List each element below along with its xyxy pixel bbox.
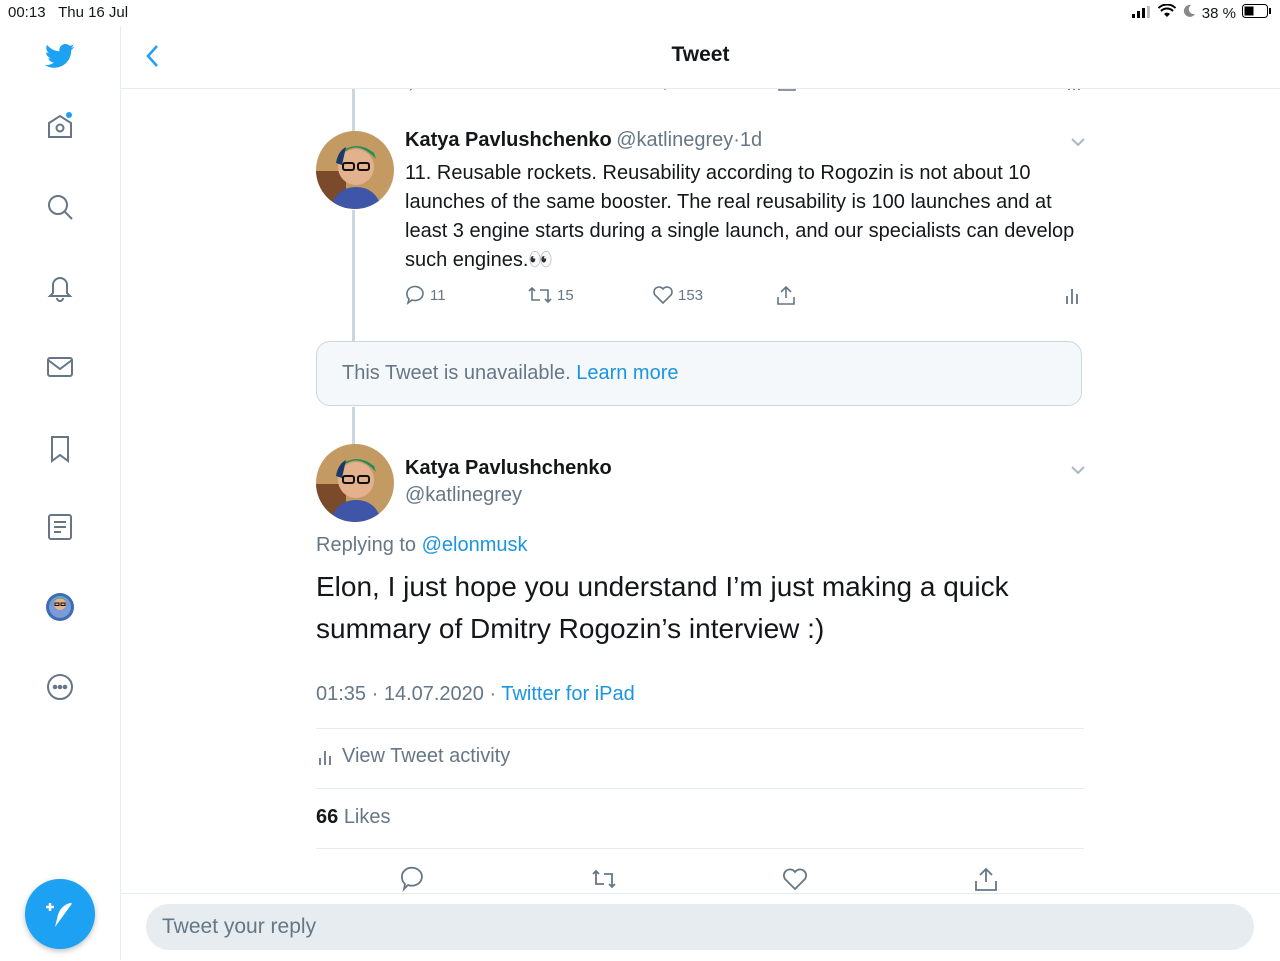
battery-icon <box>1242 4 1272 22</box>
analytics-button[interactable] <box>1062 284 1084 306</box>
tweet-timestamp: 01:35 · 14.07.2020 · <box>316 683 497 705</box>
compose-tweet-button[interactable] <box>25 879 95 949</box>
likes-count: 66 <box>316 806 339 828</box>
notifications-bell-icon[interactable] <box>40 267 80 307</box>
unavailable-tweet-notice: This Tweet is unavailable. Learn more <box>316 341 1082 406</box>
tweet-age: 1d <box>739 129 763 151</box>
retweet-button[interactable]: 15 <box>527 284 574 306</box>
likes-count-link[interactable]: 66 Likes <box>316 806 391 829</box>
tweet-source-link[interactable]: Twitter for iPad <box>501 683 634 705</box>
like-button[interactable]: 153 <box>652 284 703 306</box>
reply-input[interactable] <box>146 904 1254 950</box>
like-count: 153 <box>678 286 704 304</box>
battery-percent: 38 % <box>1201 4 1236 22</box>
tweet-author-line: Katya Pavlushchenko @katlinegrey·1d <box>405 129 762 152</box>
signal-icon <box>1130 5 1152 22</box>
status-time: 00:13 <box>8 4 46 21</box>
likes-label: Likes <box>343 806 391 828</box>
author-name[interactable]: Katya Pavlushchenko <box>405 129 612 151</box>
divider <box>316 848 1084 849</box>
replying-to-link[interactable]: @elonmusk <box>422 534 528 556</box>
reply-count: 11 <box>430 286 446 304</box>
thread-connector <box>352 407 355 445</box>
more-options-icon[interactable] <box>40 667 80 707</box>
view-tweet-activity-button[interactable]: View Tweet activity <box>316 745 510 768</box>
header: Tweet <box>121 26 1280 89</box>
tweet-text: Elon, I just hope you understand I’m jus… <box>316 571 1009 644</box>
status-date: Thu 16 Jul <box>58 4 129 21</box>
avatar[interactable] <box>316 131 394 209</box>
view-tweet-activity-label: View Tweet activity <box>342 745 511 767</box>
replying-to-line: Replying to @elonmusk <box>316 534 528 557</box>
retweet-count: 15 <box>557 286 574 304</box>
author-handle[interactable]: @katlinegrey <box>616 129 733 151</box>
avatar[interactable] <box>316 444 394 522</box>
reply-button[interactable]: 11 <box>404 284 446 306</box>
author-name[interactable]: Katya Pavlushchenko <box>405 457 612 480</box>
author-handle[interactable]: @katlinegrey <box>405 484 522 507</box>
page-title: Tweet <box>671 43 730 66</box>
thread-connector <box>352 88 355 133</box>
tweet-meta: 01:35 · 14.07.2020 · Twitter for iPad <box>316 683 635 706</box>
like-heart-icon <box>653 286 673 305</box>
main-tweet-actions <box>316 866 1084 893</box>
reply-icon[interactable] <box>399 866 425 892</box>
unavailable-text: This Tweet is unavailable. <box>342 362 571 384</box>
divider <box>316 728 1084 729</box>
learn-more-link[interactable]: Learn more <box>576 362 678 384</box>
analytics-icon <box>1066 289 1078 304</box>
replying-prefix: Replying to <box>316 534 417 556</box>
share-icon <box>777 285 795 305</box>
reply-icon <box>406 285 424 305</box>
separator: · <box>733 129 740 151</box>
chevron-down-icon[interactable] <box>1069 461 1087 479</box>
retweet-icon <box>528 286 552 304</box>
share-icon[interactable] <box>973 866 999 892</box>
home-icon[interactable] <box>40 106 80 146</box>
analytics-icon <box>319 750 331 765</box>
status-time-date: 00:13 Thu 16 Jul <box>8 4 128 21</box>
lists-icon[interactable] <box>40 507 80 547</box>
thread-connector <box>352 210 355 341</box>
share-button[interactable] <box>775 284 797 306</box>
bookmarks-icon[interactable] <box>40 429 80 469</box>
status-bar: 00:13 Thu 16 Jul 38 % <box>0 0 1280 26</box>
tweet-text: 11. Reusable rockets. Reusability accord… <box>405 162 1075 271</box>
reply-bar <box>121 893 1280 961</box>
tweet-actions: 11 15 153 <box>404 284 1084 310</box>
twitter-logo-icon[interactable] <box>40 36 80 76</box>
moon-icon <box>1182 4 1196 22</box>
divider <box>316 788 1084 789</box>
compose-feather-icon <box>46 903 72 927</box>
search-icon[interactable] <box>40 187 80 227</box>
status-indicators: 38 % <box>1130 3 1272 22</box>
like-heart-icon[interactable] <box>782 866 808 892</box>
sidebar <box>0 26 121 960</box>
profile-avatar-icon[interactable] <box>40 587 80 627</box>
messages-mail-icon[interactable] <box>40 347 80 387</box>
wifi-icon <box>1157 3 1177 22</box>
retweet-icon[interactable] <box>590 866 618 892</box>
chevron-down-icon[interactable] <box>1069 133 1087 151</box>
